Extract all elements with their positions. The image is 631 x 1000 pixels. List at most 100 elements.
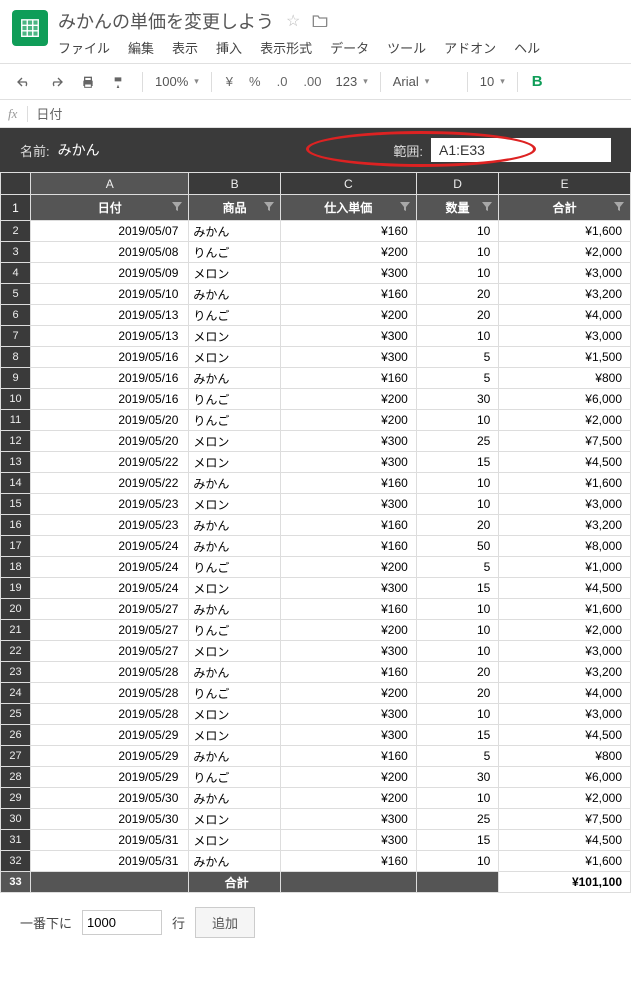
cell[interactable]: ¥300 (280, 347, 416, 368)
cell[interactable]: 20 (416, 683, 499, 704)
cell[interactable]: りんご (189, 389, 280, 410)
row-header[interactable]: 15 (1, 494, 31, 515)
cell[interactable]: 2019/05/27 (31, 641, 189, 662)
cell[interactable]: ¥7,500 (499, 809, 631, 830)
row-header[interactable]: 2 (1, 221, 31, 242)
cell[interactable]: みかん (189, 536, 280, 557)
cell[interactable]: ¥800 (499, 368, 631, 389)
table-row[interactable]: 112019/05/20りんご¥20010¥2,000 (1, 410, 631, 431)
cell[interactable]: メロン (189, 494, 280, 515)
cell[interactable]: 2019/05/22 (31, 473, 189, 494)
table-row[interactable]: 192019/05/24メロン¥30015¥4,500 (1, 578, 631, 599)
table-row[interactable]: 162019/05/23みかん¥16020¥3,200 (1, 515, 631, 536)
row-header[interactable]: 5 (1, 284, 31, 305)
star-icon[interactable]: ☆ (286, 11, 300, 31)
formula-content[interactable]: 日付 (36, 104, 62, 123)
cell[interactable]: メロン (189, 641, 280, 662)
cell[interactable]: ¥300 (280, 452, 416, 473)
cell[interactable]: 2019/05/29 (31, 767, 189, 788)
range-input[interactable] (431, 138, 611, 162)
cell[interactable]: 2019/05/29 (31, 725, 189, 746)
cell[interactable]: 2019/05/31 (31, 851, 189, 872)
cell[interactable]: 15 (416, 725, 499, 746)
cell[interactable]: 2019/05/27 (31, 599, 189, 620)
print-icon[interactable] (74, 71, 102, 93)
cell[interactable]: ¥160 (280, 473, 416, 494)
cell[interactable]: ¥160 (280, 368, 416, 389)
column-header[interactable]: C (280, 173, 416, 195)
cell[interactable]: 10 (416, 242, 499, 263)
cell[interactable] (280, 872, 416, 893)
cell[interactable]: りんご (189, 242, 280, 263)
cell[interactable]: ¥200 (280, 767, 416, 788)
cell[interactable]: りんご (189, 683, 280, 704)
cell[interactable]: ¥3,000 (499, 641, 631, 662)
table-row[interactable]: 172019/05/24みかん¥16050¥8,000 (1, 536, 631, 557)
cell[interactable]: 15 (416, 452, 499, 473)
cell[interactable]: 10 (416, 410, 499, 431)
table-row[interactable]: 282019/05/29りんご¥20030¥6,000 (1, 767, 631, 788)
cell[interactable]: 20 (416, 284, 499, 305)
cell[interactable]: ¥4,500 (499, 578, 631, 599)
cell[interactable]: ¥3,000 (499, 263, 631, 284)
cell[interactable]: みかん (189, 221, 280, 242)
cell[interactable]: 50 (416, 536, 499, 557)
cell[interactable]: ¥4,000 (499, 305, 631, 326)
cell[interactable]: ¥200 (280, 389, 416, 410)
row-header[interactable]: 32 (1, 851, 31, 872)
column-header[interactable]: A (31, 173, 189, 195)
cell[interactable]: 10 (416, 704, 499, 725)
cell[interactable]: ¥300 (280, 263, 416, 284)
row-header[interactable]: 25 (1, 704, 31, 725)
cell[interactable]: 2019/05/16 (31, 368, 189, 389)
cell[interactable]: ¥7,500 (499, 431, 631, 452)
cell[interactable]: メロン (189, 809, 280, 830)
filter-icon[interactable] (264, 201, 274, 215)
cell[interactable]: 2019/05/27 (31, 620, 189, 641)
undo-icon[interactable] (10, 71, 38, 93)
font-select[interactable]: Arial (389, 72, 459, 91)
cell[interactable]: ¥3,000 (499, 494, 631, 515)
table-row[interactable]: 182019/05/24りんご¥2005¥1,000 (1, 557, 631, 578)
row-header[interactable]: 30 (1, 809, 31, 830)
cell[interactable]: ¥200 (280, 683, 416, 704)
cell[interactable]: 20 (416, 305, 499, 326)
filter-icon[interactable] (400, 201, 410, 215)
cell[interactable]: ¥200 (280, 410, 416, 431)
cell[interactable]: 2019/05/13 (31, 305, 189, 326)
cell[interactable]: 5 (416, 347, 499, 368)
cell[interactable]: ¥8,000 (499, 536, 631, 557)
number-format-select[interactable]: 123 (332, 72, 372, 91)
table-row[interactable]: 252019/05/28メロン¥30010¥3,000 (1, 704, 631, 725)
sheets-logo[interactable] (12, 10, 48, 46)
row-header[interactable]: 9 (1, 368, 31, 389)
cell[interactable]: メロン (189, 452, 280, 473)
row-header[interactable]: 11 (1, 410, 31, 431)
cell[interactable]: みかん (189, 851, 280, 872)
cell[interactable]: ¥300 (280, 431, 416, 452)
table-row[interactable]: 152019/05/23メロン¥30010¥3,000 (1, 494, 631, 515)
column-header[interactable]: D (416, 173, 499, 195)
cell[interactable]: メロン (189, 347, 280, 368)
table-row[interactable]: 32019/05/08りんご¥20010¥2,000 (1, 242, 631, 263)
cell[interactable]: ¥4,500 (499, 830, 631, 851)
row-header[interactable]: 31 (1, 830, 31, 851)
row-header[interactable]: 7 (1, 326, 31, 347)
cell[interactable]: みかん (189, 515, 280, 536)
redo-icon[interactable] (42, 71, 70, 93)
cell[interactable]: ¥6,000 (499, 389, 631, 410)
cell[interactable]: ¥3,000 (499, 704, 631, 725)
cell[interactable]: ¥3,200 (499, 284, 631, 305)
cell[interactable]: ¥200 (280, 305, 416, 326)
row-header[interactable]: 14 (1, 473, 31, 494)
row-header[interactable]: 16 (1, 515, 31, 536)
cell[interactable]: メロン (189, 326, 280, 347)
cell[interactable]: 2019/05/16 (31, 389, 189, 410)
row-header[interactable]: 1 (1, 195, 31, 221)
cell[interactable]: 5 (416, 557, 499, 578)
cell[interactable]: りんご (189, 620, 280, 641)
filter-header[interactable]: 合計 (499, 195, 631, 221)
row-header[interactable]: 22 (1, 641, 31, 662)
row-header[interactable]: 29 (1, 788, 31, 809)
row-header[interactable]: 19 (1, 578, 31, 599)
